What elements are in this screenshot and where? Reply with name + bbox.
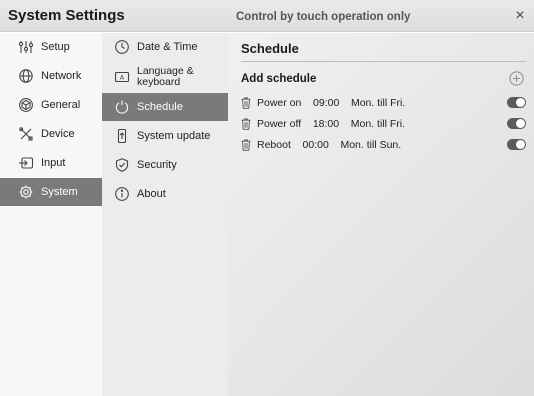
sidebar-item-system[interactable]: System: [0, 178, 102, 206]
add-schedule-heading: Add schedule: [241, 73, 317, 85]
schedule-toggle[interactable]: [507, 139, 526, 150]
schedule-toggle[interactable]: [507, 118, 526, 129]
globe-icon: [18, 68, 34, 84]
secondary-sidebar: Date & Time A Language & keyboard Schedu…: [102, 33, 228, 396]
subnav-item-date-time[interactable]: Date & Time: [102, 33, 228, 61]
sidebar-item-label: Network: [41, 70, 82, 82]
setup-sliders-icon: [18, 39, 34, 55]
app-title: System Settings: [8, 7, 125, 24]
input-icon: [18, 155, 34, 171]
page-title: Schedule: [241, 41, 299, 56]
power-icon: [114, 99, 130, 115]
title-bar: System Settings Control by touch operati…: [0, 0, 534, 32]
subnav-item-label: System update: [137, 130, 211, 142]
subnav-item-system-update[interactable]: System update: [102, 122, 228, 150]
primary-sidebar: Setup Network General Device Input Syste…: [0, 33, 102, 396]
cube-icon: [18, 97, 34, 113]
subnav-item-label: Schedule: [137, 101, 183, 113]
schedule-row: Power on 09:00 Mon. till Fri.: [241, 95, 526, 111]
subnav-item-about[interactable]: About: [102, 180, 228, 208]
touch-only-note: Control by touch operation only: [236, 11, 411, 23]
add-schedule-button[interactable]: [509, 71, 524, 86]
close-button[interactable]: ×: [510, 6, 530, 26]
sidebar-item-general[interactable]: General: [0, 91, 102, 119]
svg-text:A: A: [120, 74, 125, 82]
subnav-item-label: Language & keyboard: [137, 65, 194, 88]
sidebar-item-label: General: [41, 99, 81, 111]
subnav-item-schedule[interactable]: Schedule: [102, 93, 228, 121]
info-icon: [114, 186, 130, 202]
subnav-item-language-keyboard[interactable]: A Language & keyboard: [102, 62, 228, 92]
schedule-toggle[interactable]: [507, 97, 526, 108]
toggle-knob: [516, 98, 525, 107]
gear-icon: [18, 184, 34, 200]
subnav-item-label: Date & Time: [137, 41, 198, 53]
clock-icon: [114, 39, 130, 55]
sidebar-item-device[interactable]: Device: [0, 120, 102, 148]
subnav-item-label: About: [137, 188, 166, 200]
schedule-row: Reboot 00:00 Mon. till Sun.: [241, 137, 526, 153]
toggle-knob: [516, 140, 525, 149]
schedule-panel: Schedule Add schedule Power on 09:00 Mon…: [228, 33, 534, 396]
shield-icon: [114, 157, 130, 173]
sidebar-item-network[interactable]: Network: [0, 62, 102, 90]
sidebar-item-label: Device: [41, 128, 75, 140]
schedule-row-text: Power off 18:00 Mon. till Fri.: [257, 118, 406, 130]
sidebar-item-label: Input: [41, 157, 66, 169]
plus-circle-icon: [509, 71, 524, 86]
divider: [241, 61, 526, 62]
keyboard-icon: A: [114, 69, 130, 85]
sidebar-item-setup[interactable]: Setup: [0, 33, 102, 61]
schedule-row-text: Power on 09:00 Mon. till Fri.: [257, 97, 406, 109]
trash-icon[interactable]: [241, 97, 251, 109]
sidebar-item-label: System: [41, 186, 78, 198]
toggle-knob: [516, 119, 525, 128]
tools-icon: [18, 126, 34, 142]
trash-icon[interactable]: [241, 118, 251, 130]
sidebar-item-input[interactable]: Input: [0, 149, 102, 177]
subnav-item-security[interactable]: Security: [102, 151, 228, 179]
trash-icon[interactable]: [241, 139, 251, 151]
sidebar-item-label: Setup: [41, 41, 70, 53]
update-icon: [114, 128, 130, 144]
schedule-row-text: Reboot 00:00 Mon. till Sun.: [257, 139, 402, 151]
subnav-item-label: Security: [137, 159, 177, 171]
schedule-row: Power off 18:00 Mon. till Fri.: [241, 116, 526, 132]
